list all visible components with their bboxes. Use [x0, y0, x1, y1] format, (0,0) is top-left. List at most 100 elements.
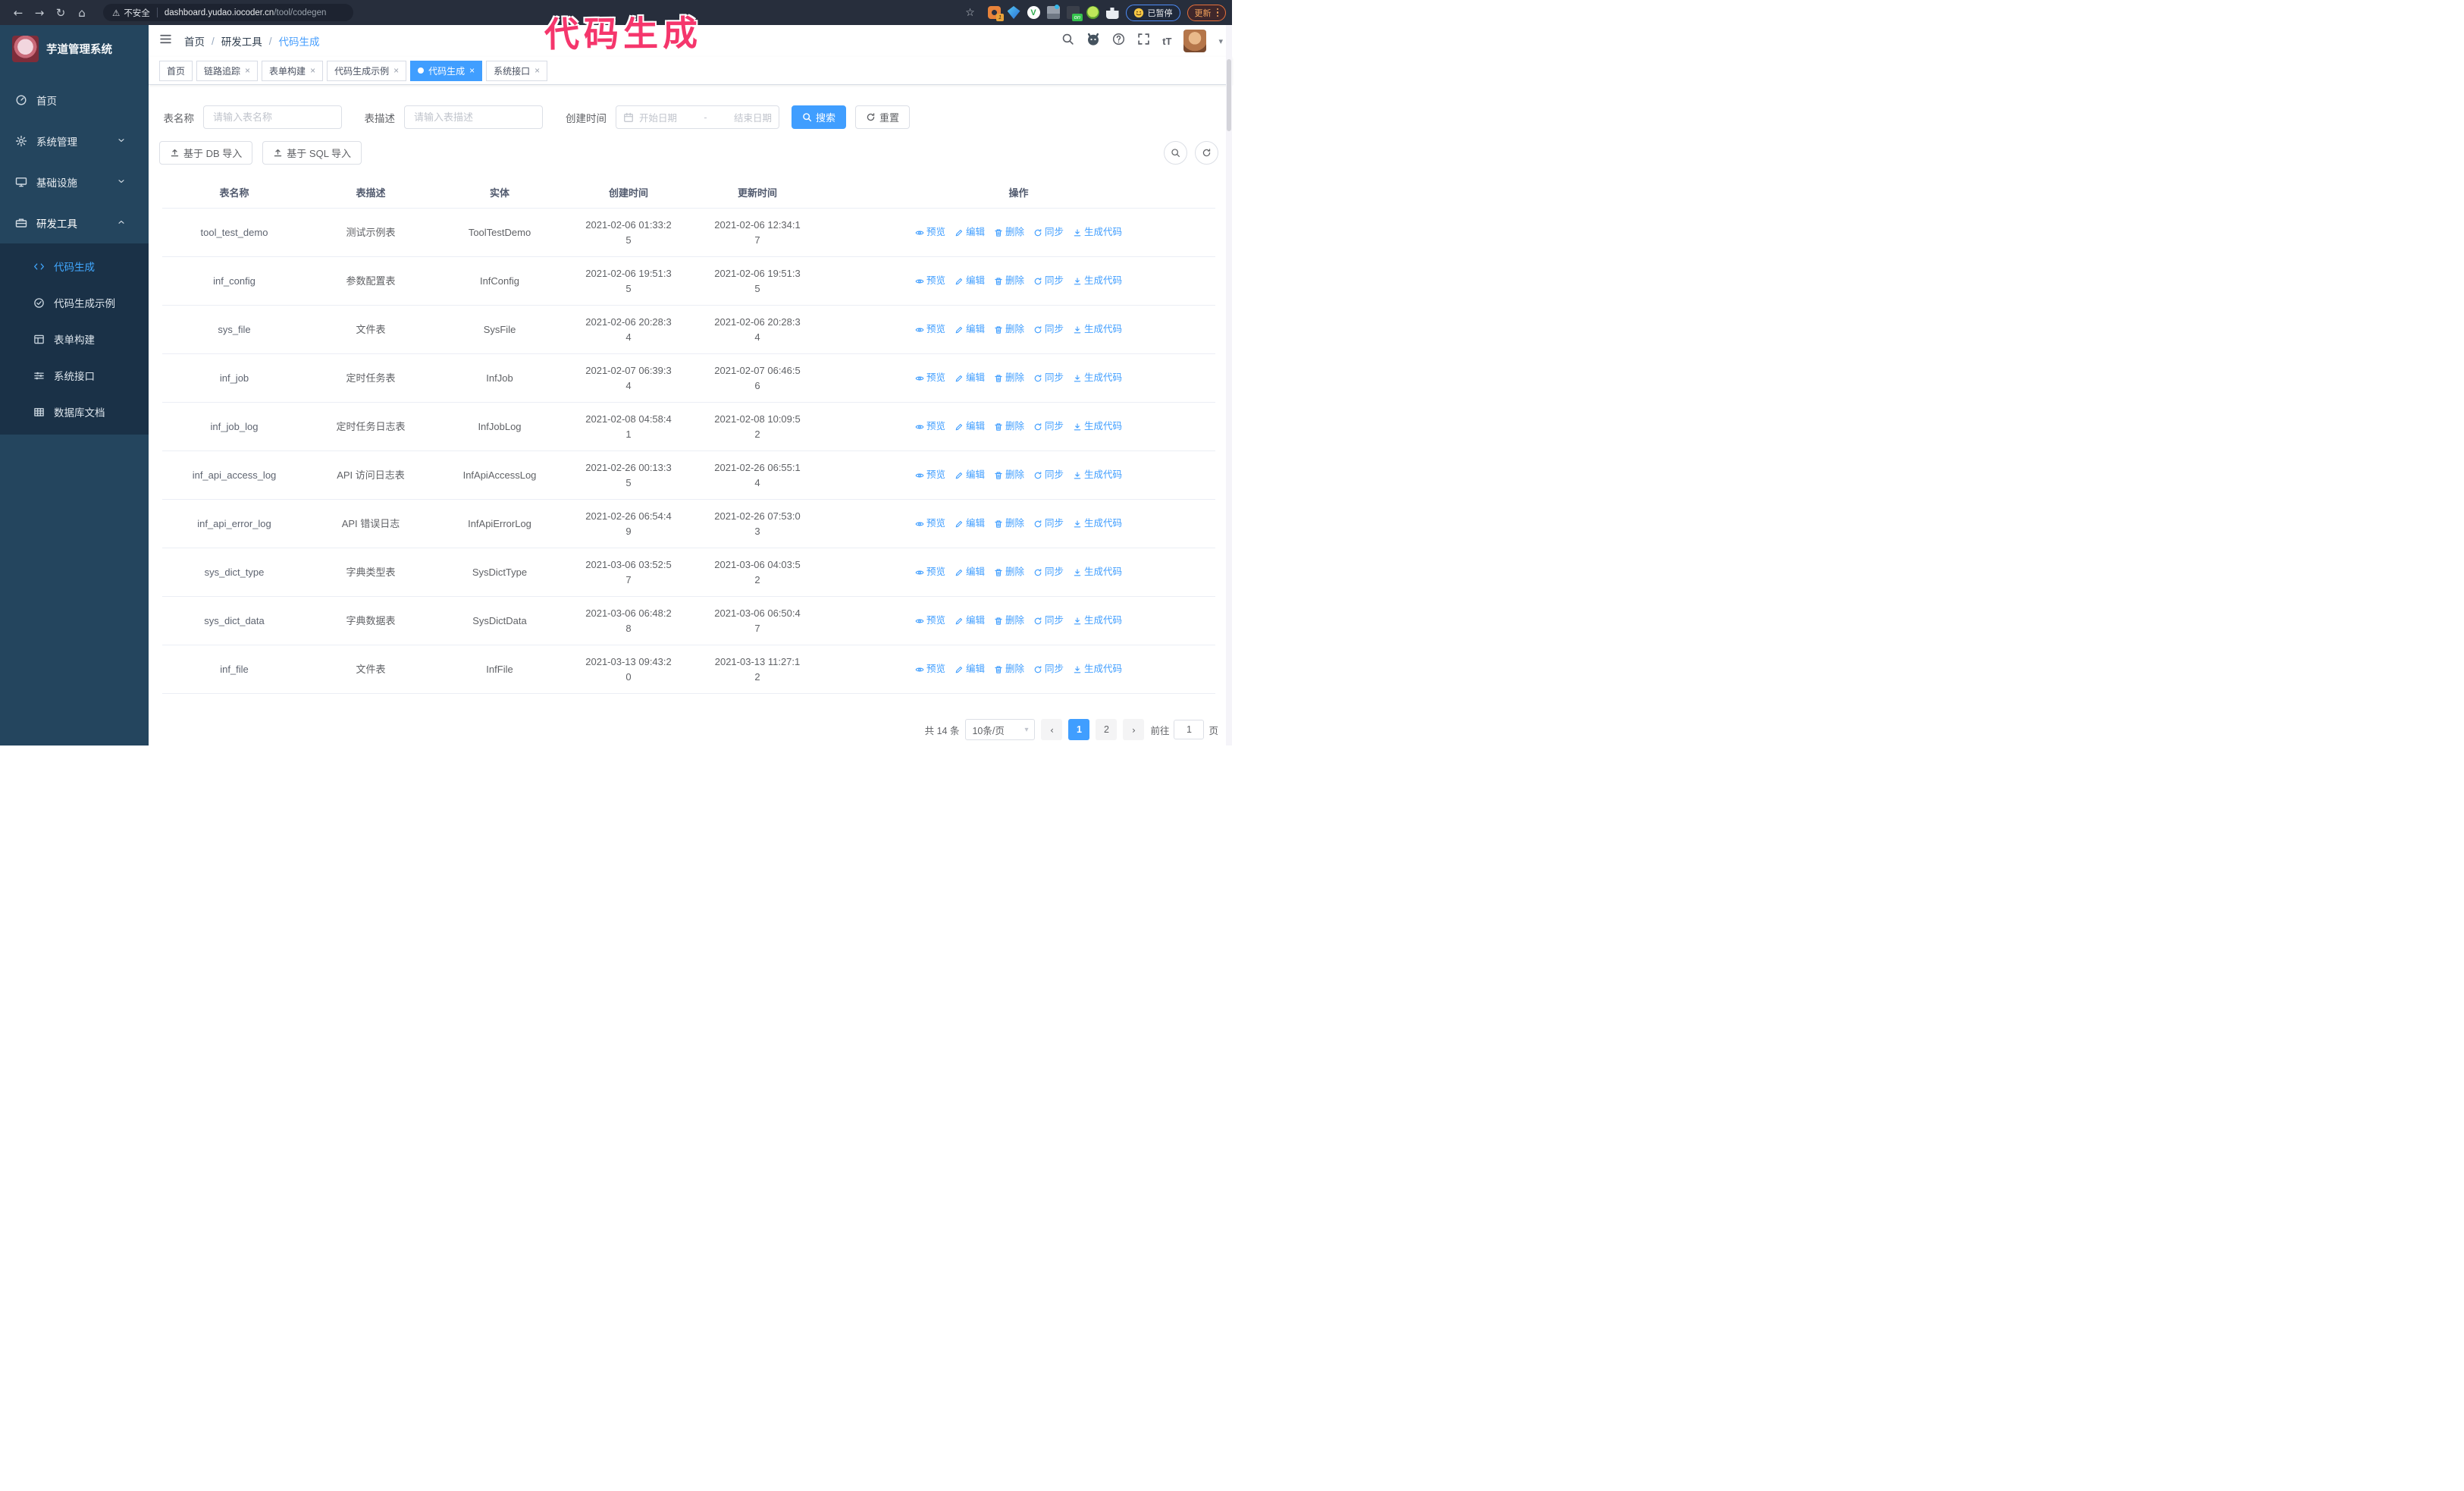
close-tab-icon[interactable]: ×	[393, 65, 399, 76]
action-delete-link[interactable]: 删除	[994, 225, 1024, 240]
action-sync-link[interactable]: 同步	[1033, 225, 1064, 240]
action-preview-link[interactable]: 预览	[915, 274, 945, 288]
app-logo[interactable]: 芋道管理系统	[0, 25, 149, 72]
breadcrumb-item-0[interactable]: 首页	[184, 33, 205, 49]
profile-paused-chip[interactable]: 已暂停	[1125, 4, 1180, 21]
reset-button[interactable]: 重置	[855, 105, 911, 129]
action-preview-link[interactable]: 预览	[915, 322, 945, 337]
page-button-1[interactable]: 1	[1068, 719, 1090, 740]
extension-icon-dark[interactable]: on	[1066, 6, 1083, 21]
action-sync-link[interactable]: 同步	[1033, 468, 1064, 482]
action-generate-code-link[interactable]: 生成代码	[1073, 468, 1122, 482]
close-tab-icon[interactable]: ×	[469, 65, 475, 76]
close-tab-icon[interactable]: ×	[310, 65, 315, 76]
action-sync-link[interactable]: 同步	[1033, 516, 1064, 531]
prev-page-button[interactable]: ‹	[1041, 719, 1063, 740]
import-db-button[interactable]: 基于 DB 导入	[159, 141, 253, 165]
action-delete-link[interactable]: 删除	[994, 565, 1024, 579]
user-avatar[interactable]	[1183, 30, 1207, 52]
scrollbar-thumb[interactable]	[1227, 59, 1231, 131]
submenu-item-2[interactable]: 表单构建	[0, 321, 149, 357]
close-tab-icon[interactable]: ×	[245, 65, 250, 76]
extension-icon-orange[interactable]: 1	[987, 6, 1004, 21]
sidebar-toggle-button[interactable]	[159, 33, 172, 49]
breadcrumb-item-1[interactable]: 研发工具	[221, 33, 262, 49]
import-sql-button[interactable]: 基于 SQL 导入	[262, 141, 362, 165]
action-preview-link[interactable]: 预览	[915, 225, 945, 240]
extensions-puzzle-icon[interactable]	[1105, 8, 1119, 19]
submenu-item-3[interactable]: 系统接口	[0, 357, 149, 394]
page-size-select[interactable]: 10条/页 ▾	[965, 719, 1036, 740]
font-size-icon[interactable]: tT	[1162, 36, 1171, 47]
submenu-item-0[interactable]: 代码生成	[0, 248, 149, 284]
action-delete-link[interactable]: 删除	[994, 322, 1024, 337]
fullscreen-icon[interactable]	[1137, 33, 1150, 49]
action-generate-code-link[interactable]: 生成代码	[1073, 322, 1122, 337]
action-preview-link[interactable]: 预览	[915, 516, 945, 531]
action-preview-link[interactable]: 预览	[915, 371, 945, 385]
action-delete-link[interactable]: 删除	[994, 468, 1024, 482]
action-delete-link[interactable]: 删除	[994, 662, 1024, 676]
action-edit-link[interactable]: 编辑	[955, 371, 985, 385]
search-button[interactable]: 搜索	[792, 105, 847, 129]
action-edit-link[interactable]: 编辑	[955, 662, 985, 676]
search-icon[interactable]	[1061, 33, 1074, 49]
github-icon[interactable]	[1086, 33, 1100, 50]
action-edit-link[interactable]: 编辑	[955, 614, 985, 628]
action-generate-code-link[interactable]: 生成代码	[1073, 274, 1122, 288]
page-button-2[interactable]: 2	[1096, 719, 1118, 740]
tag-tab-5[interactable]: 系统接口 ×	[486, 60, 548, 81]
sidebar-item-1[interactable]: 系统管理	[0, 121, 149, 162]
address-bar[interactable]: ⚠ 不安全 dashboard.yudao.iocoder.cn/tool/co…	[103, 4, 353, 21]
extension-icon-diamond[interactable]	[1007, 6, 1020, 19]
action-sync-link[interactable]: 同步	[1033, 565, 1064, 579]
table-desc-input[interactable]	[404, 105, 543, 129]
action-edit-link[interactable]: 编辑	[955, 468, 985, 482]
browser-home-button[interactable]: ⌂	[71, 2, 92, 24]
date-range-picker[interactable]: 开始日期 - 结束日期	[616, 105, 779, 129]
goto-page-input[interactable]	[1174, 720, 1205, 739]
action-delete-link[interactable]: 删除	[994, 371, 1024, 385]
submenu-item-4[interactable]: 数据库文档	[0, 394, 149, 430]
next-page-button[interactable]: ›	[1123, 719, 1145, 740]
browser-menu-icon[interactable]	[1216, 8, 1218, 17]
action-delete-link[interactable]: 删除	[994, 516, 1024, 531]
action-edit-link[interactable]: 编辑	[955, 419, 985, 434]
sidebar-item-3[interactable]: 研发工具	[0, 202, 149, 243]
browser-reload-button[interactable]: ↻	[50, 2, 71, 24]
action-preview-link[interactable]: 预览	[915, 468, 945, 482]
action-generate-code-link[interactable]: 生成代码	[1073, 371, 1122, 385]
action-edit-link[interactable]: 编辑	[955, 225, 985, 240]
action-sync-link[interactable]: 同步	[1033, 614, 1064, 628]
browser-update-button[interactable]: 更新	[1187, 4, 1226, 21]
tag-tab-0[interactable]: 首页	[159, 60, 193, 81]
browser-back-button[interactable]: ←	[8, 2, 29, 24]
action-preview-link[interactable]: 预览	[915, 419, 945, 434]
action-generate-code-link[interactable]: 生成代码	[1073, 419, 1122, 434]
tag-tab-3[interactable]: 代码生成示例 ×	[327, 60, 407, 81]
action-generate-code-link[interactable]: 生成代码	[1073, 565, 1122, 579]
toggle-search-button[interactable]	[1164, 141, 1187, 165]
browser-forward-button[interactable]: →	[29, 2, 50, 24]
sidebar-item-0[interactable]: 首页	[0, 80, 149, 121]
action-sync-link[interactable]: 同步	[1033, 371, 1064, 385]
tag-tab-2[interactable]: 表单构建 ×	[262, 60, 324, 81]
tag-tab-4[interactable]: 代码生成 ×	[410, 60, 483, 81]
action-sync-link[interactable]: 同步	[1033, 419, 1064, 434]
table-name-input[interactable]	[203, 105, 342, 129]
action-preview-link[interactable]: 预览	[915, 565, 945, 579]
action-preview-link[interactable]: 预览	[915, 662, 945, 676]
action-delete-link[interactable]: 删除	[994, 419, 1024, 434]
action-generate-code-link[interactable]: 生成代码	[1073, 662, 1122, 676]
extension-icon-columns[interactable]	[1046, 5, 1060, 19]
extension-icon-monkey[interactable]	[1086, 6, 1099, 19]
action-generate-code-link[interactable]: 生成代码	[1073, 614, 1122, 628]
action-edit-link[interactable]: 编辑	[955, 274, 985, 288]
action-generate-code-link[interactable]: 生成代码	[1073, 516, 1122, 531]
close-tab-icon[interactable]: ×	[534, 65, 540, 76]
submenu-item-1[interactable]: 代码生成示例	[0, 284, 149, 321]
refresh-table-button[interactable]	[1195, 141, 1218, 165]
extension-icon-green-v[interactable]: V	[1027, 6, 1040, 19]
action-sync-link[interactable]: 同步	[1033, 662, 1064, 676]
action-preview-link[interactable]: 预览	[915, 614, 945, 628]
